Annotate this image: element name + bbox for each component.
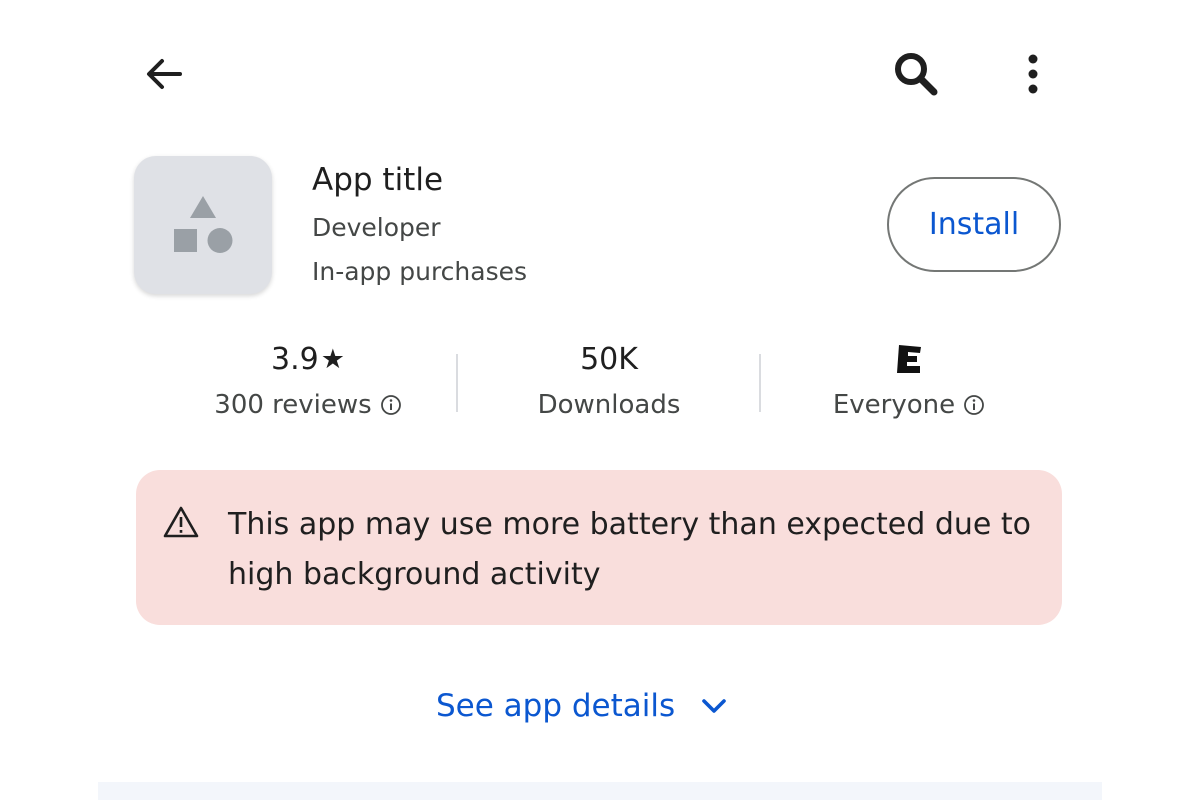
- info-icon: [964, 395, 985, 415]
- warning-icon: [163, 506, 199, 538]
- in-app-purchases-label: In-app purchases: [312, 257, 528, 286]
- downloads-value: 50K: [580, 341, 638, 377]
- app-developer-link[interactable]: Developer: [312, 213, 441, 242]
- stats-divider: [456, 354, 458, 412]
- content-rating-badge-row: [894, 338, 924, 380]
- see-app-details-label: See app details: [436, 688, 676, 724]
- reviews-label-row: 300 reviews: [214, 390, 401, 420]
- bottom-section-edge: [98, 782, 1102, 800]
- esrb-e-rating-icon: [897, 345, 921, 373]
- more-options-button[interactable]: [1003, 44, 1063, 104]
- install-button[interactable]: Install: [887, 177, 1061, 272]
- rating-value: 3.9: [271, 341, 319, 377]
- app-title: App title: [312, 162, 444, 198]
- see-app-details-link[interactable]: See app details: [436, 678, 729, 734]
- search-icon: [895, 53, 938, 96]
- back-arrow-icon: [147, 59, 182, 89]
- rating-stat[interactable]: 3.9 ★ 300 reviews: [180, 338, 436, 420]
- downloads-label: Downloads: [537, 390, 681, 420]
- warning-text: This app may use more battery than expec…: [228, 507, 1032, 592]
- content-rating-label: Everyone: [832, 390, 956, 420]
- battery-warning-banner: This app may use more battery than expec…: [136, 470, 1062, 625]
- app-icon: [134, 156, 272, 294]
- info-icon: [380, 395, 401, 415]
- chevron-down-icon: [702, 699, 726, 713]
- app-detail-page: App title Developer In-app purchases Ins…: [0, 0, 1200, 800]
- stats-divider: [759, 354, 761, 412]
- reviews-count: 300 reviews: [214, 390, 372, 420]
- content-rating-label-row: Everyone: [833, 390, 985, 420]
- app-placeholder-icon: [174, 196, 233, 253]
- back-button[interactable]: [134, 44, 194, 104]
- rating-value-row: 3.9 ★: [271, 338, 345, 380]
- more-vert-icon: [1028, 54, 1038, 94]
- star-icon: ★: [320, 343, 345, 375]
- downloads-stat: 50K Downloads: [480, 338, 738, 421]
- search-button[interactable]: [886, 44, 946, 104]
- content-rating-stat[interactable]: Everyone: [775, 338, 1043, 420]
